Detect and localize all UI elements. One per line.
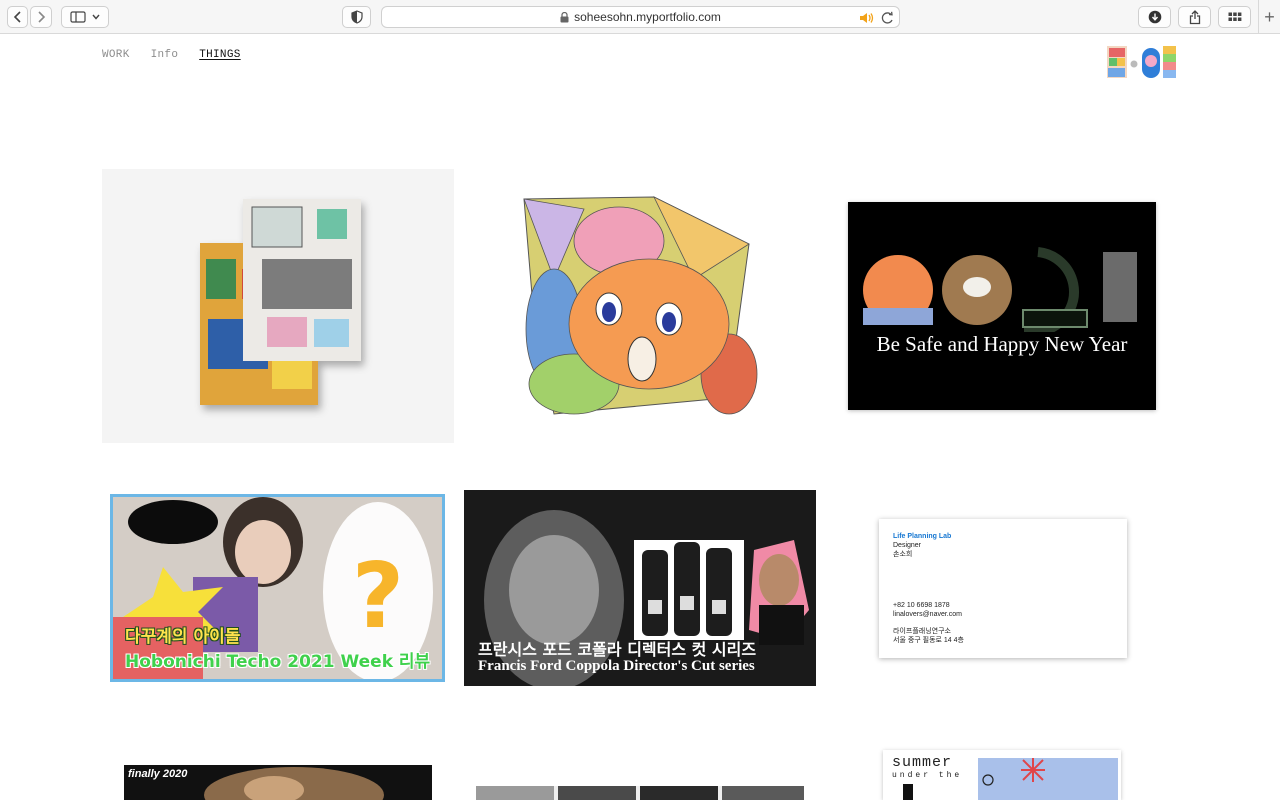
project-coppola-wine[interactable]: 프란시스 포드 코폴라 디렉터스 컷 시리즈 Francis Ford Copp… <box>464 490 816 686</box>
new-tab-button[interactable]: + <box>1258 0 1280 34</box>
lock-icon <box>560 11 569 22</box>
new-year-caption: Be Safe and Happy New Year <box>876 332 1128 356</box>
url-text: soheesohn.myportfolio.com <box>574 10 721 24</box>
card-org-kr: 라이프플래닝연구소 <box>893 628 951 635</box>
project-drawings-booklet[interactable] <box>102 169 454 443</box>
summer-subtitle: under the <box>892 771 963 780</box>
video-title-en: Hobonichi Techo 2021 Week 리뷰 <box>125 652 431 672</box>
site-logo[interactable] <box>1106 44 1178 80</box>
tab-overview-button[interactable] <box>1218 6 1251 28</box>
project-grid-panels[interactable] <box>476 786 804 800</box>
share-icon <box>1189 9 1200 24</box>
chevron-down-icon <box>92 14 100 20</box>
card-role: Designer <box>893 542 922 549</box>
finally-caption: finally 2020 <box>128 768 188 780</box>
nav-info[interactable]: Info <box>151 49 179 61</box>
card-org: Life Planning Lab <box>893 533 952 540</box>
nav-work[interactable]: WORK <box>102 49 130 61</box>
reload-icon[interactable] <box>881 11 894 25</box>
chevron-right-icon <box>38 11 46 23</box>
svg-text:?: ? <box>352 544 404 649</box>
address-bar[interactable]: soheesohn.myportfolio.com <box>381 6 900 28</box>
tab-grid-icon <box>1228 12 1241 21</box>
chevron-left-icon <box>13 11 21 23</box>
project-business-card[interactable]: Life Planning Lab Designer 손소희 +82 10 66… <box>879 519 1127 658</box>
download-icon <box>1148 10 1161 24</box>
project-colored-pencil-character[interactable] <box>464 169 816 443</box>
browser-toolbar: soheesohn.myportfolio.com + <box>0 0 1280 34</box>
sidebar-toggle-button[interactable] <box>61 6 109 28</box>
shield-icon <box>350 10 363 24</box>
site-nav: WORK Info THINGS <box>102 49 262 61</box>
wine-title-kr: 프란시스 포드 코폴라 디렉터스 컷 시리즈 <box>478 640 757 659</box>
downloads-button[interactable] <box>1138 6 1171 28</box>
speaker-icon[interactable] <box>859 11 875 25</box>
wine-title-en: Francis Ford Coppola Director's Cut seri… <box>478 658 755 674</box>
sidebar-icon <box>70 11 86 23</box>
back-button[interactable] <box>7 6 28 28</box>
summer-title: summer <box>892 754 953 771</box>
card-email: linalovers@naver.com <box>893 611 962 618</box>
card-address: 서울 중구 필동로 14 4층 <box>893 637 964 644</box>
project-summer-poster[interactable]: summer under the <box>883 750 1121 800</box>
nav-things[interactable]: THINGS <box>199 49 240 61</box>
video-title-kr: 다꾸계의 아이돌 <box>125 627 241 647</box>
project-new-year-card[interactable]: Be Safe and Happy New Year <box>848 202 1156 410</box>
card-phone: +82 10 6698 1878 <box>893 602 950 609</box>
forward-button[interactable] <box>30 6 52 28</box>
project-finally-2020[interactable]: finally 2020 <box>124 765 432 800</box>
privacy-report-button[interactable] <box>342 6 371 28</box>
card-name: 손소희 <box>893 551 913 558</box>
project-hobonichi-video[interactable]: ? 다꾸계의 아이돌 Hobonichi Techo 2021 Week 리뷰 <box>110 494 445 682</box>
share-button[interactable] <box>1178 6 1211 28</box>
